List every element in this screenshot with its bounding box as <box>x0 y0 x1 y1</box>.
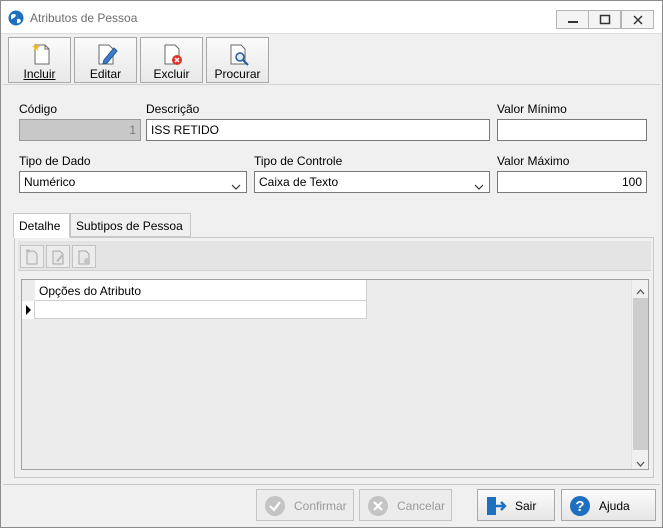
tipo-controle-select[interactable]: Caixa de Texto <box>254 171 490 193</box>
tipo-controle-label: Tipo de Controle <box>254 154 343 168</box>
bottom-separator <box>3 484 660 485</box>
row-indicator <box>22 301 35 319</box>
close-button[interactable] <box>621 10 654 29</box>
scrollbar-thumb[interactable] <box>633 298 648 450</box>
minimize-button[interactable] <box>556 10 589 29</box>
grid-vertical-scrollbar[interactable] <box>631 280 648 469</box>
grid-edit-button[interactable] <box>46 245 70 268</box>
tab-detalhe-label: Detalhe <box>19 219 61 233</box>
chevron-down-icon[interactable] <box>636 456 645 470</box>
incluir-button[interactable]: Incluir <box>8 37 71 83</box>
excluir-label: Excluir <box>153 67 190 81</box>
codigo-field[interactable]: 1 <box>19 119 141 141</box>
tipo-dado-select[interactable]: Numérico <box>19 171 247 193</box>
tipo-dado-label: Tipo de Dado <box>19 154 91 168</box>
valor-maximo-field[interactable]: 100 <box>497 171 647 193</box>
atributos-pessoa-window: Atributos de Pessoa Incluir Editar Exclu… <box>0 0 663 528</box>
editar-label: Editar <box>89 67 122 81</box>
sair-label: Sair <box>515 499 537 513</box>
table-row[interactable] <box>35 301 367 319</box>
valor-minimo-label: Valor Mínimo <box>497 102 567 116</box>
confirmar-label: Confirmar <box>294 499 347 513</box>
current-row-arrow-icon <box>26 305 31 315</box>
tab-subtipos-pessoa[interactable]: Subtipos de Pessoa <box>70 213 191 237</box>
chevron-up-icon[interactable] <box>636 284 645 298</box>
cancelar-button[interactable]: Cancelar <box>359 489 452 521</box>
valor-minimo-field[interactable] <box>497 119 647 141</box>
excluir-button[interactable]: Excluir <box>140 37 203 83</box>
svg-text:?: ? <box>575 498 584 515</box>
cancelar-label: Cancelar <box>397 499 446 513</box>
tab-subtipos-label: Subtipos de Pessoa <box>76 219 183 233</box>
column-header-opcoes[interactable]: Opções do Atributo <box>35 280 367 301</box>
title-bar: Atributos de Pessoa <box>1 1 662 34</box>
globe-icon <box>8 10 24 26</box>
window-title: Atributos de Pessoa <box>30 11 138 25</box>
editar-button[interactable]: Editar <box>74 37 137 83</box>
procurar-button[interactable]: Procurar <box>206 37 269 83</box>
grid-delete-button[interactable] <box>72 245 96 268</box>
procurar-label: Procurar <box>214 67 261 81</box>
opcoes-grid[interactable]: Opções do Atributo <box>21 279 649 470</box>
tab-detalhe[interactable]: Detalhe <box>13 213 70 238</box>
descricao-field[interactable]: ISS RETIDO <box>146 119 490 141</box>
grid-add-button[interactable] <box>20 245 44 268</box>
chevron-down-icon <box>231 179 241 192</box>
main-toolbar: Incluir Editar Excluir Procurar <box>3 35 660 85</box>
incluir-label: Incluir <box>23 67 56 81</box>
detalhe-tab-panel: Opções do Atributo <box>14 237 654 478</box>
ajuda-label: Ajuda <box>599 499 630 513</box>
valor-maximo-label: Valor Máximo <box>497 154 570 168</box>
sair-button[interactable]: Sair <box>477 489 555 521</box>
confirmar-button[interactable]: Confirmar <box>256 489 354 521</box>
descricao-label: Descrição <box>146 102 200 116</box>
tipo-dado-value: Numérico <box>24 175 76 189</box>
tipo-controle-value: Caixa de Texto <box>259 175 339 189</box>
grid-toolbar <box>18 241 651 271</box>
ajuda-button[interactable]: ? Ajuda <box>561 489 656 521</box>
maximize-button[interactable] <box>588 10 621 29</box>
chevron-down-icon <box>474 179 484 192</box>
codigo-label: Código <box>19 102 58 116</box>
